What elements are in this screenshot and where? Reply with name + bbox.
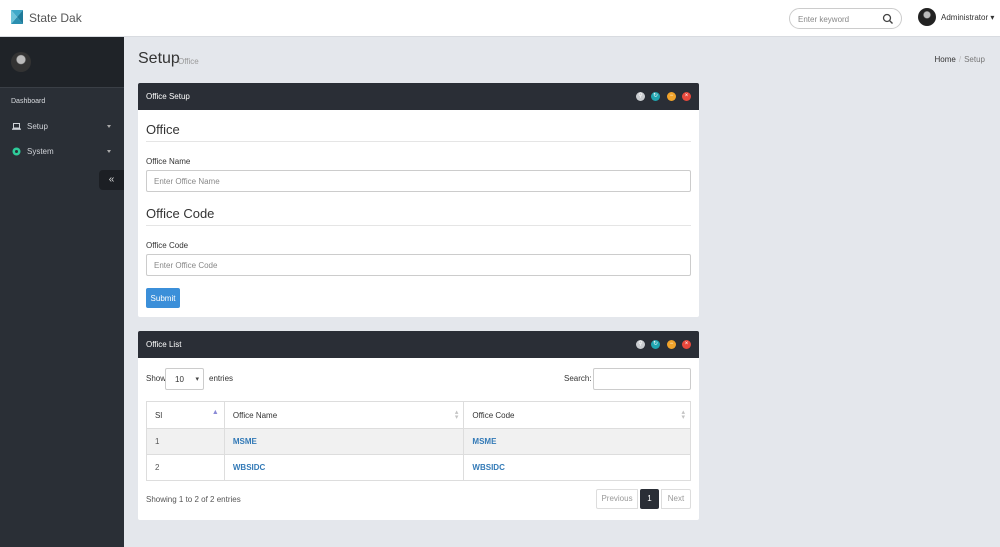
wrench-icon: ⚲ bbox=[638, 341, 643, 347]
table-header-row: Sl ▲ Office Name ▴ ▾ Office Code ▴ ▾ bbox=[146, 401, 691, 429]
panel-settings-button[interactable]: ⚲ bbox=[636, 92, 645, 101]
cell-office-code: MSME bbox=[463, 428, 691, 455]
sidebar-item-label: System bbox=[27, 147, 54, 156]
panel-refresh-button[interactable]: ↻ bbox=[651, 340, 660, 349]
double-chevron-left-icon: « bbox=[108, 174, 115, 185]
keyword-search[interactable] bbox=[789, 8, 902, 29]
cell-sl: 2 bbox=[146, 454, 225, 481]
section-title-office: Office bbox=[146, 122, 180, 137]
office-table: Sl ▲ Office Name ▴ ▾ Office Code ▴ ▾ 1 MSME M… bbox=[146, 401, 691, 481]
sidebar-avatar[interactable] bbox=[11, 52, 31, 72]
column-header-office-name[interactable]: Office Name ▴ ▾ bbox=[223, 401, 465, 429]
sidebar: Dashboard Setup System « bbox=[0, 37, 124, 547]
divider bbox=[146, 141, 691, 142]
sort-icon: ▴ ▾ bbox=[454, 409, 459, 421]
office-name-link[interactable]: WBSIDC bbox=[233, 463, 265, 472]
column-header-label: Office Code bbox=[472, 410, 515, 420]
panel-refresh-button[interactable]: ↻ bbox=[651, 92, 660, 101]
cell-office-name: WBSIDC bbox=[223, 454, 465, 481]
sort-icon: ▴ ▾ bbox=[681, 409, 685, 421]
wrench-icon: ⚲ bbox=[638, 93, 643, 99]
sidebar-profile bbox=[0, 37, 124, 88]
submit-button[interactable]: Submit bbox=[146, 288, 180, 308]
panel-title: Office Setup bbox=[146, 92, 190, 101]
office-code-input[interactable] bbox=[146, 254, 691, 276]
panel-minimize-button[interactable]: − bbox=[667, 92, 676, 101]
panel-minimize-button[interactable]: − bbox=[667, 340, 676, 349]
entries-label: entries bbox=[209, 374, 234, 383]
user-name: Administrator bbox=[941, 13, 989, 22]
breadcrumb: Home / Setup bbox=[935, 55, 985, 64]
panel-close-button[interactable]: × bbox=[682, 340, 691, 349]
close-icon: × bbox=[684, 341, 689, 347]
page-length-value: 10 bbox=[175, 375, 184, 384]
page-subtitle: Office bbox=[178, 57, 199, 66]
app-brand[interactable]: State Dak bbox=[29, 11, 82, 25]
caret-down-icon: ▾ bbox=[195, 376, 199, 383]
search-icon[interactable] bbox=[882, 13, 894, 25]
office-name-link[interactable]: MSME bbox=[233, 437, 257, 446]
column-header-sl[interactable]: Sl ▲ bbox=[146, 401, 225, 429]
user-avatar[interactable] bbox=[918, 8, 936, 26]
table-row: 1 MSME MSME bbox=[146, 428, 691, 455]
laptop-icon bbox=[12, 123, 21, 130]
user-menu[interactable]: Administrator ▾ bbox=[941, 13, 994, 22]
column-header-label: Office Name bbox=[232, 410, 278, 420]
table-info: Showing 1 to 2 of 2 entries bbox=[146, 495, 241, 504]
cell-office-code: WBSIDC bbox=[463, 454, 691, 481]
cell-sl: 1 bbox=[146, 428, 225, 455]
logo-icon[interactable] bbox=[11, 10, 23, 24]
close-icon: × bbox=[684, 93, 689, 99]
table-search-input[interactable] bbox=[593, 368, 691, 390]
caret-down-icon bbox=[107, 150, 111, 153]
minus-icon: − bbox=[669, 93, 674, 99]
refresh-icon: ↻ bbox=[652, 93, 659, 99]
sidebar-item-setup[interactable]: Setup bbox=[0, 116, 124, 138]
table-search-label: Search: bbox=[564, 374, 592, 383]
divider bbox=[146, 225, 691, 226]
refresh-icon: ↻ bbox=[652, 341, 659, 347]
pagination-next[interactable]: Next bbox=[661, 489, 691, 509]
sidebar-collapse-button[interactable]: « bbox=[99, 170, 124, 190]
caret-down-icon bbox=[107, 125, 111, 128]
caret-down-icon: ▾ bbox=[990, 13, 995, 22]
page-title: Setup bbox=[138, 50, 180, 67]
gear-icon bbox=[12, 147, 21, 156]
office-name-input[interactable] bbox=[146, 170, 691, 192]
office-list-panel: Office List ⚲ ↻ − × Show 10 ▾ entries Se… bbox=[138, 331, 699, 520]
top-navbar: State Dak Administrator ▾ bbox=[0, 0, 1000, 37]
column-header-office-code[interactable]: Office Code ▴ ▾ bbox=[463, 401, 691, 429]
office-setup-panel: Office Setup ⚲ ↻ − × Office Office Name … bbox=[138, 83, 699, 317]
panel-close-button[interactable]: × bbox=[682, 92, 691, 101]
table-row: 2 WBSIDC WBSIDC bbox=[146, 454, 691, 481]
page-length-select[interactable]: 10 ▾ bbox=[165, 368, 204, 390]
breadcrumb-separator: / bbox=[958, 55, 962, 64]
breadcrumb-home[interactable]: Home bbox=[935, 55, 956, 64]
office-code-link[interactable]: WBSIDC bbox=[472, 463, 504, 472]
sidebar-item-dashboard[interactable]: Dashboard bbox=[11, 98, 45, 105]
show-label: Show bbox=[146, 374, 167, 383]
panel-header: Office List ⚲ ↻ − × bbox=[138, 331, 699, 358]
pagination-previous[interactable]: Previous bbox=[596, 489, 638, 509]
sidebar-item-system[interactable]: System bbox=[0, 141, 124, 163]
office-code-label: Office Code bbox=[146, 241, 189, 250]
sidebar-item-label: Setup bbox=[27, 122, 48, 131]
sort-asc-icon: ▲ bbox=[211, 409, 219, 416]
column-header-label: Sl bbox=[155, 410, 163, 420]
office-code-link[interactable]: MSME bbox=[472, 437, 496, 446]
keyword-search-input[interactable] bbox=[798, 13, 878, 25]
panel-settings-button[interactable]: ⚲ bbox=[636, 340, 645, 349]
office-name-label: Office Name bbox=[146, 157, 191, 166]
panel-title: Office List bbox=[146, 340, 182, 349]
panel-header: Office Setup ⚲ ↻ − × bbox=[138, 83, 699, 110]
section-title-office-code: Office Code bbox=[146, 206, 215, 221]
cell-office-name: MSME bbox=[223, 428, 465, 455]
breadcrumb-current: Setup bbox=[964, 55, 985, 64]
minus-icon: − bbox=[669, 341, 674, 347]
pagination-page-1[interactable]: 1 bbox=[640, 489, 659, 509]
